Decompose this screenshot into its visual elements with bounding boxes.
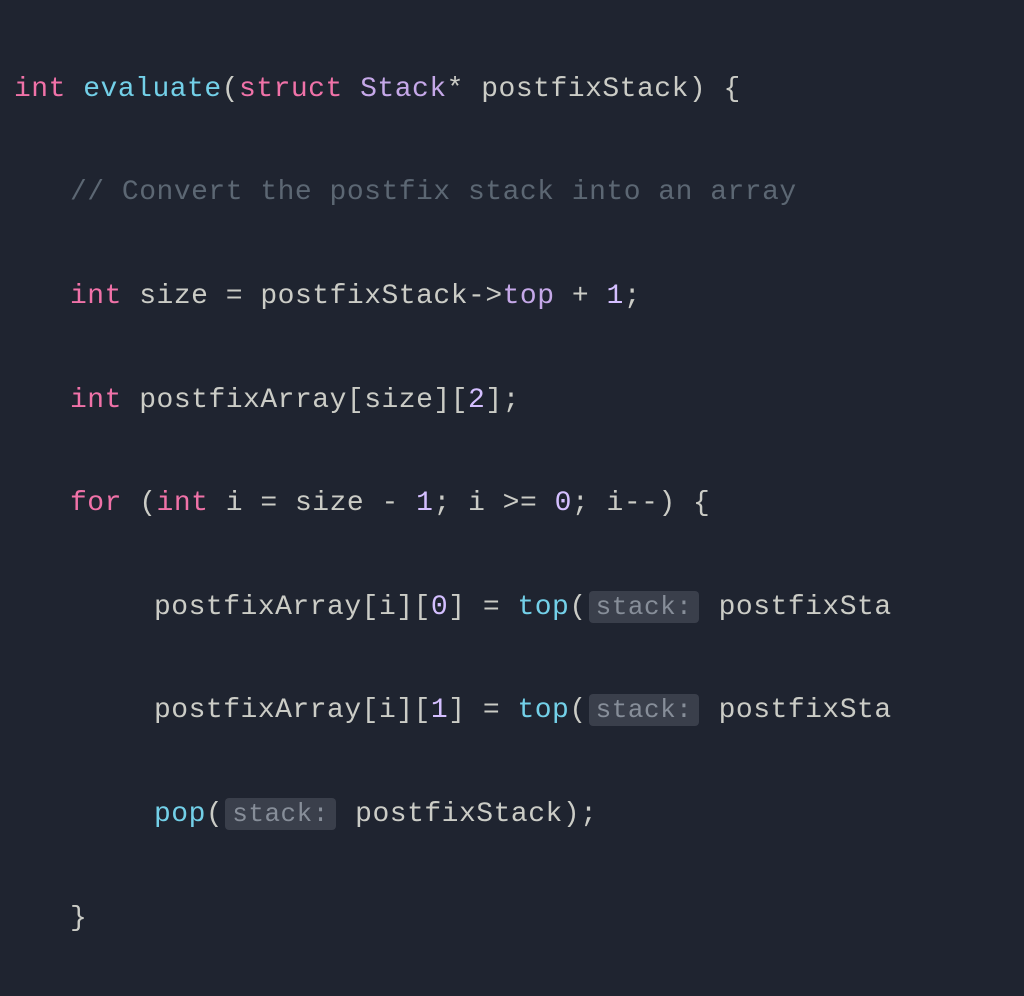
ident-size: size [139, 281, 208, 312]
code-line-1: int evaluate(struct Stack* postfixStack)… [14, 64, 1024, 116]
gte: >= [485, 488, 554, 519]
keyword-int: int [70, 385, 122, 416]
inline-hint: stack: [589, 591, 700, 623]
equals: = [466, 695, 518, 726]
paren-close: ) [689, 74, 706, 105]
number-1: 1 [606, 281, 623, 312]
keyword-int: int [14, 74, 66, 105]
number-1: 1 [431, 695, 448, 726]
paren-open: ( [206, 799, 223, 830]
paren-open: ( [222, 74, 239, 105]
brace-open: { [706, 74, 741, 105]
semicolon: ; [624, 281, 641, 312]
bracket-close: ] [448, 695, 465, 726]
ident-postfixstack: postfixStack [355, 799, 563, 830]
ident-postfixstack-truncated: postfixSta [719, 695, 892, 726]
ident-size: size [364, 385, 433, 416]
paren-open: ( [569, 592, 586, 623]
ident-postfixarray: postfixArray [154, 695, 362, 726]
function-top: top [517, 592, 569, 623]
star: * [447, 74, 464, 105]
equals: = [243, 488, 295, 519]
function-pop: pop [154, 799, 206, 830]
param-name: postfixStack [481, 74, 689, 105]
number-0: 0 [555, 488, 572, 519]
function-name: evaluate [83, 74, 221, 105]
bracket-open: [ [362, 592, 379, 623]
ident-i: i [379, 592, 396, 623]
brace-open: { [676, 488, 711, 519]
code-line-8: pop(stack: postfixStack); [14, 789, 1024, 841]
paren-open: ( [122, 488, 157, 519]
decrement: -- [624, 488, 659, 519]
bracket-open: [ [451, 385, 468, 416]
code-line-9: } [14, 893, 1024, 945]
inline-hint: stack: [589, 694, 700, 726]
bracket-open: [ [347, 385, 364, 416]
bracket-open: [ [414, 592, 431, 623]
inline-hint: stack: [225, 798, 336, 830]
ident-postfixstack: postfixStack [260, 281, 468, 312]
bracket-close: ] [396, 695, 413, 726]
property-top: top [503, 281, 555, 312]
semicolon: ; [433, 488, 468, 519]
code-line-5: for (int i = size - 1; i >= 0; i--) { [14, 478, 1024, 530]
type-stack: Stack [360, 74, 447, 105]
semicolon: ; [572, 488, 607, 519]
ident-i: i [607, 488, 624, 519]
ident-i: i [468, 488, 485, 519]
bracket-open: [ [362, 695, 379, 726]
brace-close: } [70, 903, 87, 934]
equals: = [208, 281, 260, 312]
number-1: 1 [416, 488, 433, 519]
code-line-3: int size = postfixStack->top + 1; [14, 271, 1024, 323]
bracket-close: ] [448, 592, 465, 623]
comment: // Convert the postfix stack into an arr… [70, 177, 797, 208]
paren-close: ) [658, 488, 675, 519]
bracket-close: ] [485, 385, 502, 416]
ident-i: i [379, 695, 396, 726]
paren-open: ( [569, 695, 586, 726]
bracket-close: ] [433, 385, 450, 416]
keyword-for: for [70, 488, 122, 519]
semicolon: ; [503, 385, 520, 416]
keyword-struct: struct [239, 74, 343, 105]
function-top: top [517, 695, 569, 726]
minus: - [364, 488, 416, 519]
paren-close: ) [563, 799, 580, 830]
code-line-2: // Convert the postfix stack into an arr… [14, 167, 1024, 219]
number-2: 2 [468, 385, 485, 416]
semicolon: ; [580, 799, 597, 830]
ident-postfixstack-truncated: postfixSta [719, 592, 892, 623]
code-line-7: postfixArray[i][1] = top(stack: postfixS… [14, 685, 1024, 737]
keyword-int: int [70, 281, 122, 312]
bracket-open: [ [414, 695, 431, 726]
ident-size: size [295, 488, 364, 519]
ident-postfixarray: postfixArray [154, 592, 362, 623]
ident-i: i [226, 488, 243, 519]
plus: + [555, 281, 607, 312]
equals: = [466, 592, 518, 623]
code-editor[interactable]: int evaluate(struct Stack* postfixStack)… [14, 12, 1024, 996]
bracket-close: ] [396, 592, 413, 623]
number-0: 0 [431, 592, 448, 623]
keyword-int: int [157, 488, 209, 519]
code-line-4: int postfixArray[size][2]; [14, 375, 1024, 427]
arrow: -> [468, 281, 503, 312]
ident-postfixarray: postfixArray [139, 385, 347, 416]
code-line-6: postfixArray[i][0] = top(stack: postfixS… [14, 582, 1024, 634]
